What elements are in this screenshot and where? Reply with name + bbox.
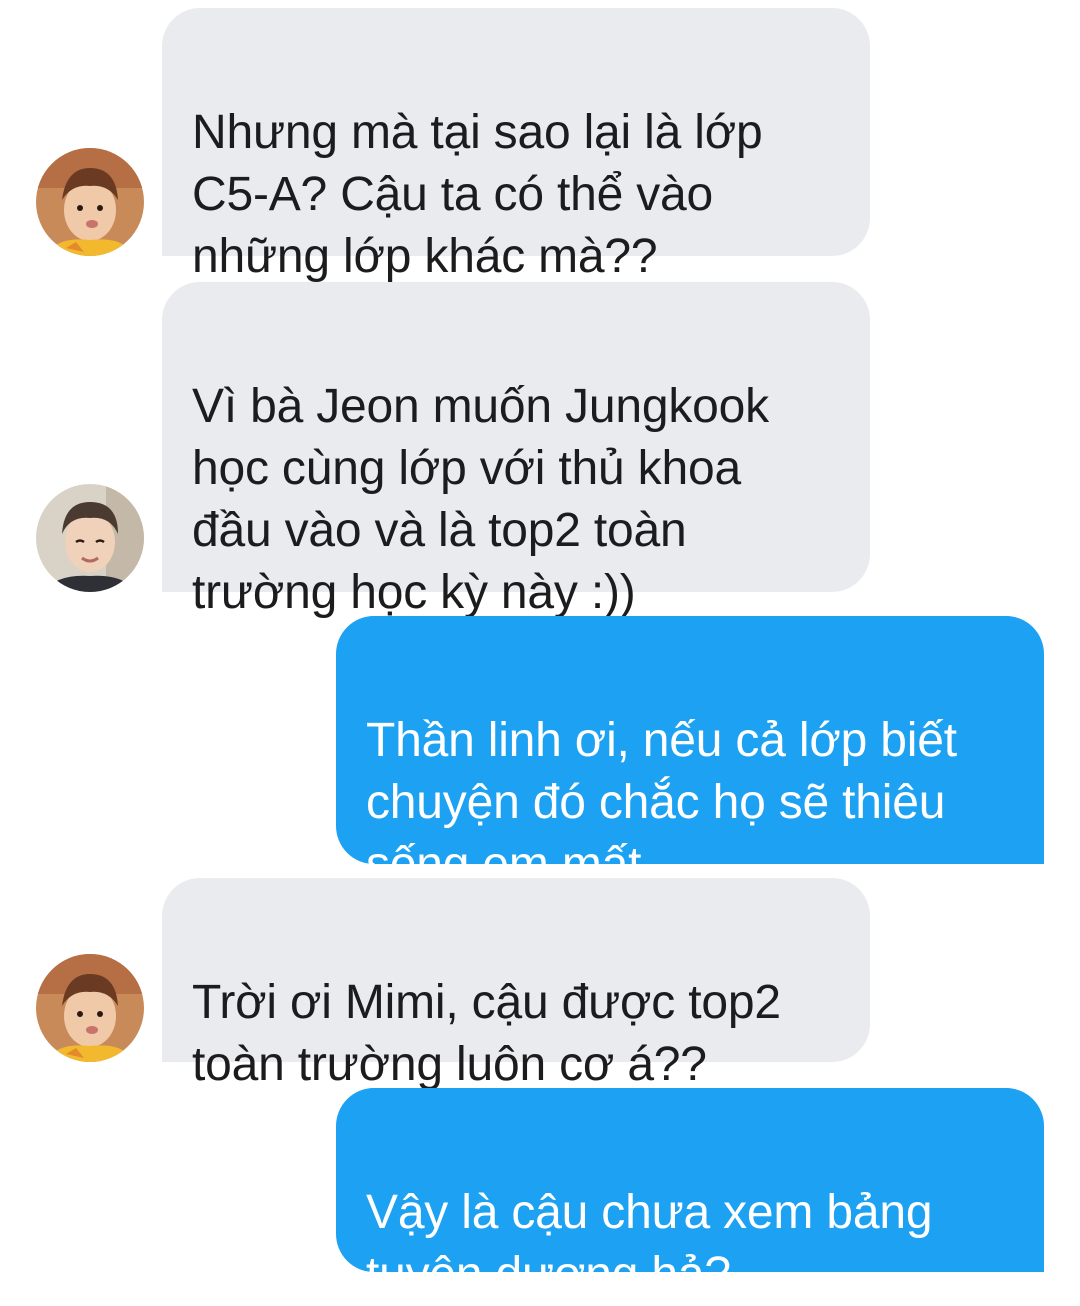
contact-avatar[interactable] — [36, 484, 144, 592]
message-bubble[interactable]: Vậy là cậu chưa xem bảng tuyên dương hả? — [336, 1088, 1044, 1301]
message-bubble[interactable]: Vì bà Jeon muốn Jungkook học cùng lớp vớ… — [162, 282, 870, 619]
message-text: Trời ơi Mimi, cậu được top2 toàn trường … — [192, 976, 781, 1091]
message-text: Nhưng mà tại sao lại là lớp C5-A? Cậu ta… — [192, 106, 763, 283]
message-text: Vì bà Jeon muốn Jungkook học cùng lớp vớ… — [192, 380, 769, 619]
contact-avatar[interactable] — [36, 148, 144, 256]
message-text: Vậy là cậu chưa xem bảng tuyên dương hả? — [366, 1186, 933, 1301]
message-bubble[interactable]: Nhưng mà tại sao lại là lớp C5-A? Cậu ta… — [162, 8, 870, 283]
contact-avatar[interactable] — [36, 954, 144, 1062]
face-screaming-in-fear-icon — [711, 1035, 767, 1152]
chat-thread: Nhưng mà tại sao lại là lớp C5-A? Cậu ta… — [0, 0, 1080, 1301]
message-bubble[interactable]: Thần linh ơi, nếu cả lớp biết chuyện đó … — [336, 616, 1044, 952]
message-bubble[interactable]: Trời ơi Mimi, cậu được top2 toàn trường … — [162, 878, 870, 1152]
